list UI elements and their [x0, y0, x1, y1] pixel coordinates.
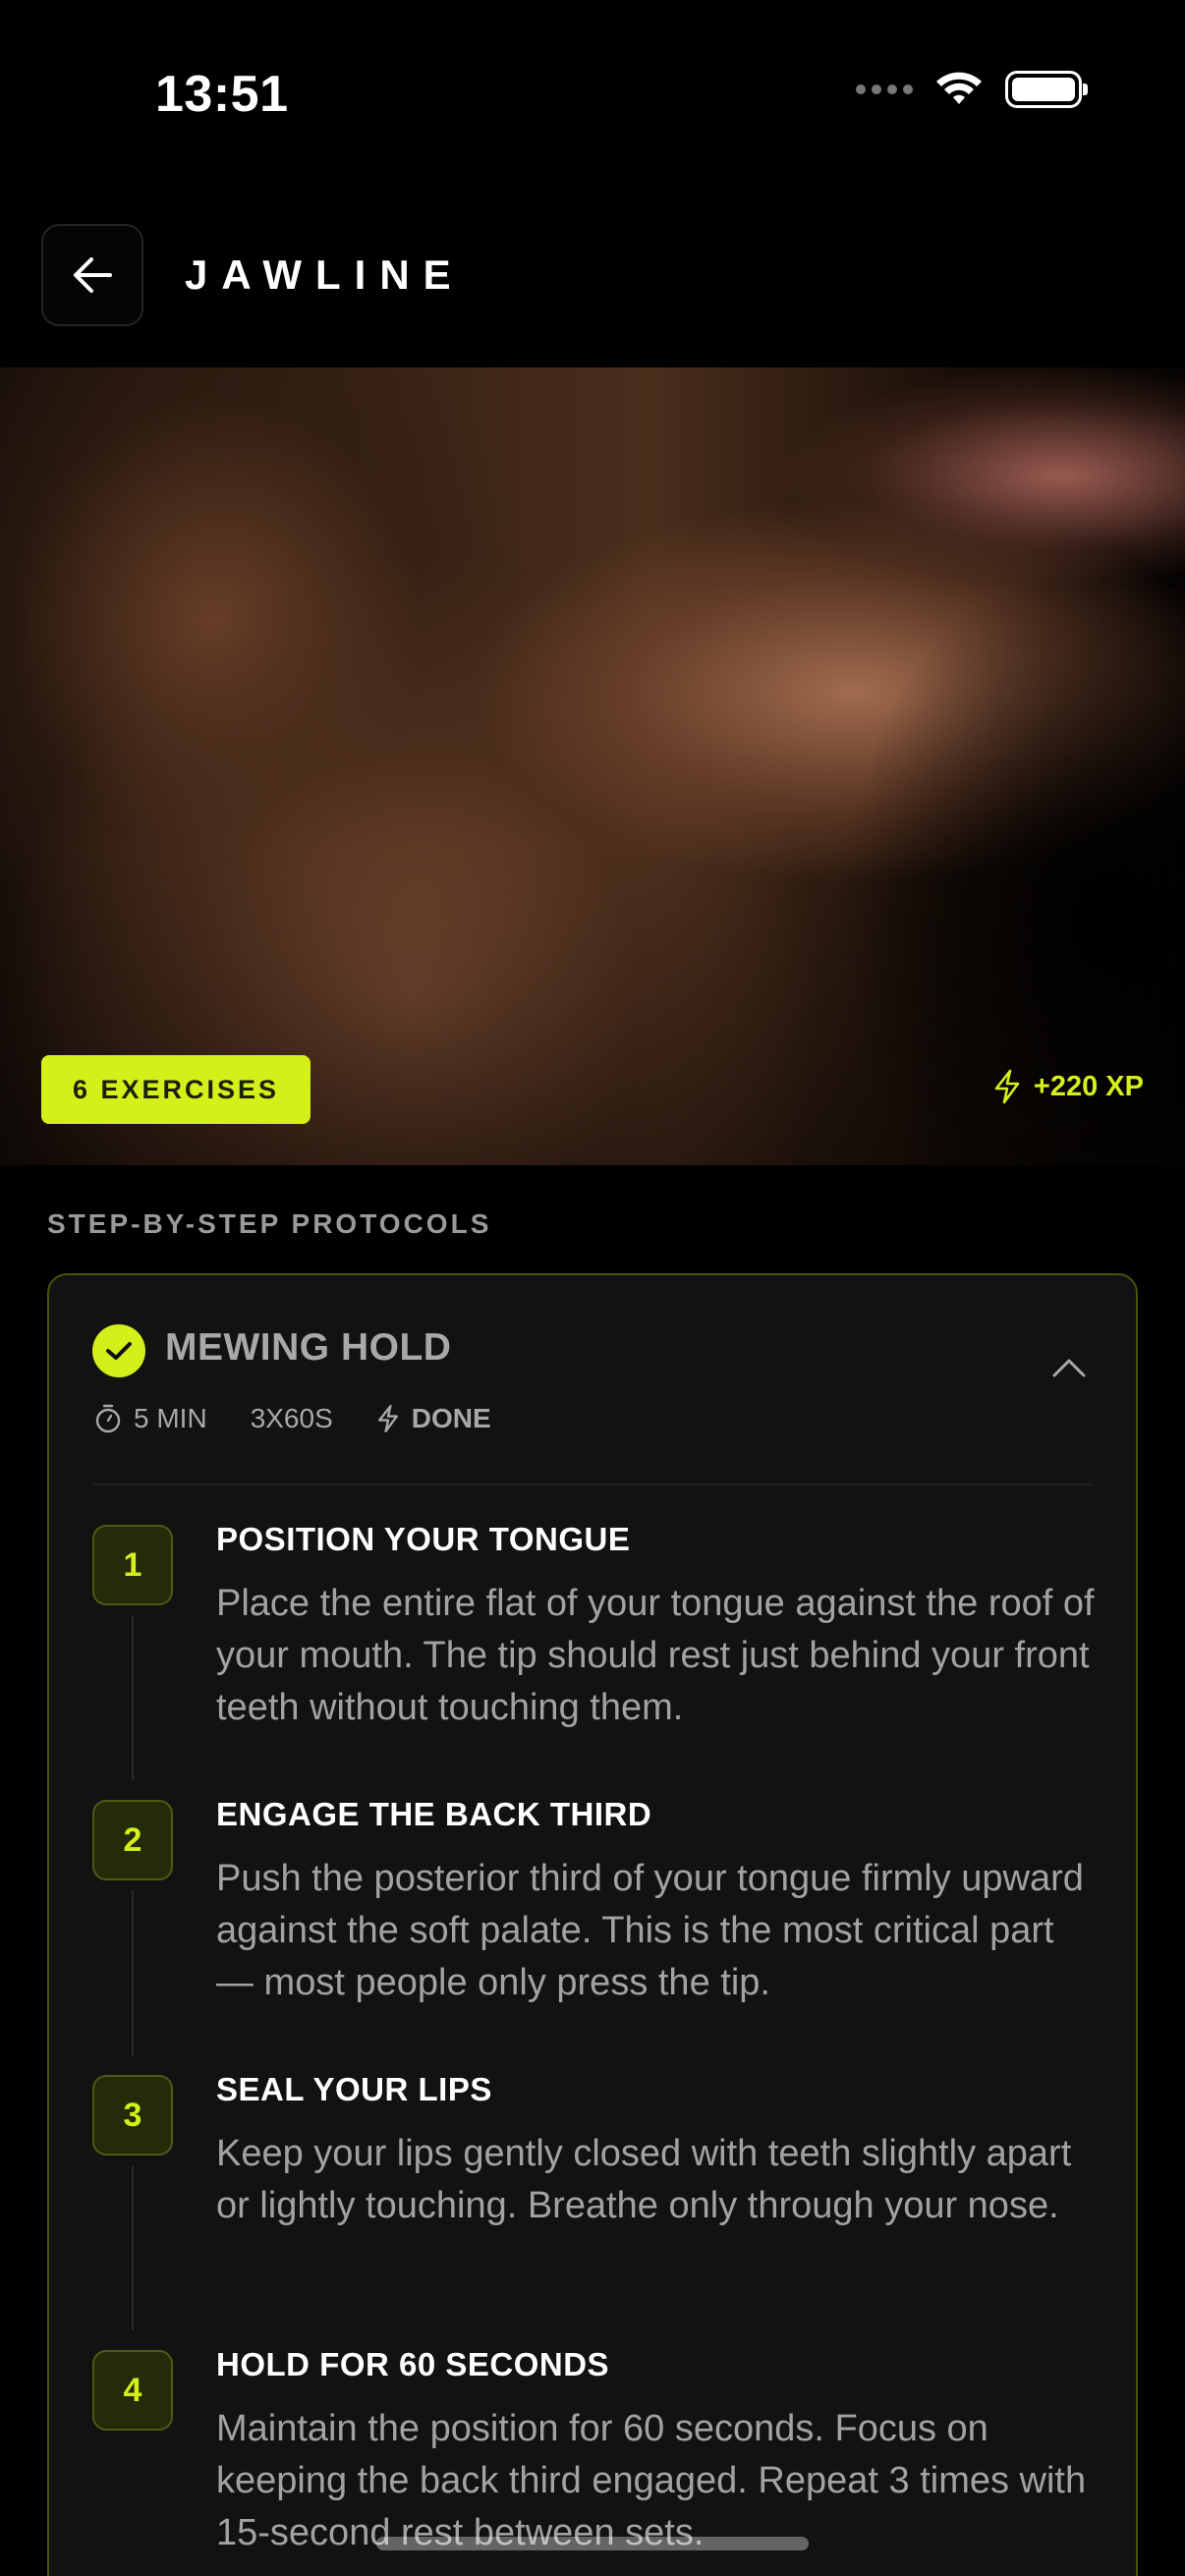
- screen: 13:51 JAWLINE 6 EXERCISES +220 XP STEP-B…: [0, 0, 1185, 2576]
- sets-value: 3X60S: [250, 1403, 333, 1433]
- step-connector: [132, 1615, 134, 1780]
- step-description: Place the entire flat of your tongue aga…: [216, 1583, 1095, 1728]
- section-label: STEP-BY-STEP PROTOCOLS: [47, 1208, 492, 1239]
- header: JAWLINE: [0, 216, 1185, 334]
- protocol-card: MEWING HOLD 5 MIN 3X60S DONE 1 POSITION …: [47, 1273, 1138, 2576]
- meta-row: 5 MIN 3X60S DONE: [94, 1403, 491, 1434]
- chevron-up-icon: [1052, 1359, 1086, 1377]
- lightning-icon: [994, 1069, 1020, 1104]
- xp-value: +220 XP: [1033, 1070, 1144, 1102]
- hero-shadow: [0, 367, 1185, 1165]
- xp-reward: +220 XP: [992, 1069, 1144, 1104]
- check-icon: [92, 1324, 145, 1377]
- step-number: 2: [92, 1800, 173, 1880]
- status-bar: 13:51: [0, 0, 1185, 196]
- step-number: 3: [92, 2075, 173, 2156]
- duration-meta: 5 MIN: [94, 1403, 207, 1434]
- status-icons: [856, 71, 1088, 108]
- arrow-left-icon: [74, 257, 112, 293]
- back-button[interactable]: [41, 224, 143, 326]
- exercise-count-badge: 6 EXERCISES: [41, 1055, 311, 1124]
- battery-icon: [1005, 71, 1088, 108]
- step-connector: [132, 1890, 134, 2055]
- status-time: 13:51: [155, 66, 289, 123]
- wifi-icon: [936, 72, 982, 104]
- sets-meta: 3X60S: [251, 1403, 333, 1434]
- step-item: 3 SEAL YOUR LIPS Keep your lips gently c…: [49, 2071, 1136, 2346]
- hero-image: 6 EXERCISES +220 XP: [0, 367, 1185, 1165]
- card-header[interactable]: MEWING HOLD 5 MIN 3X60S DONE: [49, 1275, 1136, 1484]
- home-indicator: [376, 2537, 809, 2550]
- step-description: Keep your lips gently closed with teeth …: [216, 2133, 1072, 2226]
- step-item: 2 ENGAGE THE BACK THIRD Push the posteri…: [49, 1796, 1136, 2071]
- exercise-title: MEWING HOLD: [165, 1326, 452, 1369]
- status-meta: DONE: [376, 1403, 491, 1434]
- step-title: ENGAGE THE BACK THIRD: [216, 1796, 652, 1832]
- step-title: SEAL YOUR LIPS: [216, 2071, 492, 2107]
- step-number: 4: [92, 2350, 173, 2431]
- step-description: Push the posterior third of your tongue …: [216, 1858, 1084, 2003]
- step-connector: [132, 2165, 134, 2330]
- lightning-icon: [377, 1404, 398, 1432]
- step-title: POSITION YOUR TONGUE: [216, 1521, 631, 1557]
- step-title: HOLD FOR 60 SECONDS: [216, 2346, 610, 2382]
- divider: [92, 1484, 1093, 1485]
- step-number: 1: [92, 1525, 173, 1605]
- cellular-signal-icon: [856, 84, 913, 94]
- step-item: 1 POSITION YOUR TONGUE Place the entire …: [49, 1521, 1136, 1796]
- collapse-button[interactable]: [1047, 1346, 1091, 1389]
- steps-list: 1 POSITION YOUR TONGUE Place the entire …: [49, 1521, 1136, 2576]
- timer-icon: [95, 1404, 121, 1433]
- duration-value: 5 MIN: [134, 1403, 207, 1433]
- page-title: JAWLINE: [185, 252, 465, 298]
- status-value: DONE: [411, 1403, 491, 1433]
